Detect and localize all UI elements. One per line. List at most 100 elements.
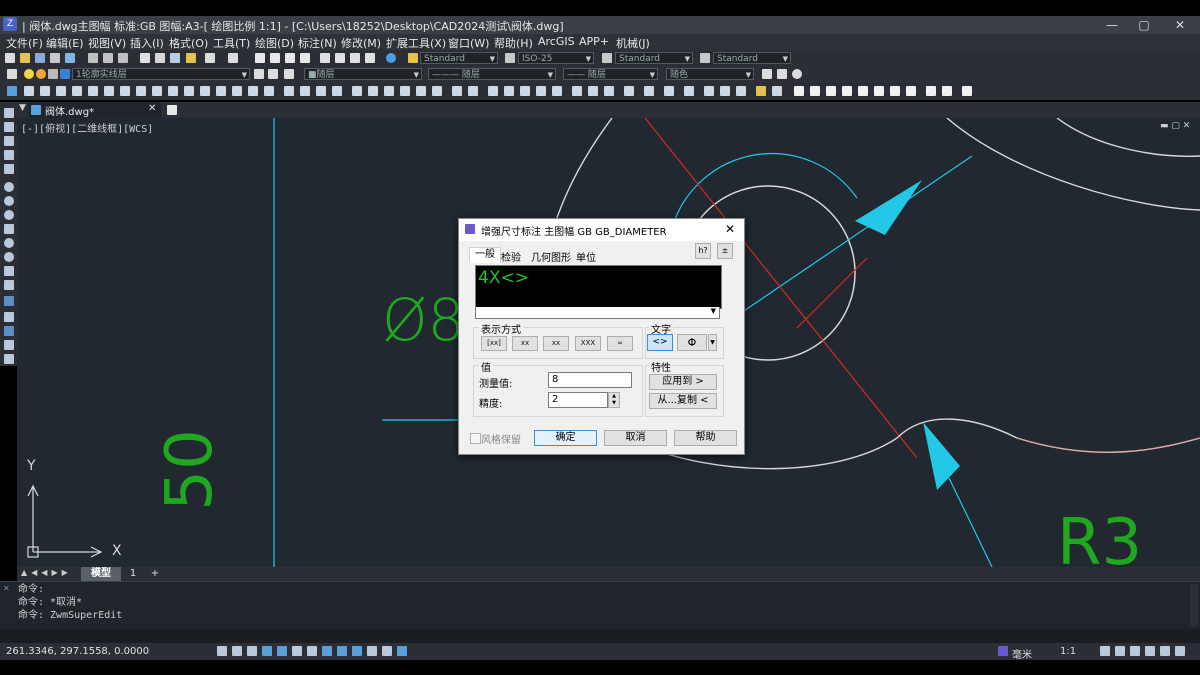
dim-aligned-icon[interactable]: [24, 86, 34, 96]
cut-icon[interactable]: [88, 53, 98, 63]
detail-7-icon[interactable]: [890, 86, 900, 96]
layer-manager-icon[interactable]: [7, 69, 17, 79]
print-icon[interactable]: [50, 53, 60, 63]
format-rounded-button[interactable]: XXX: [575, 336, 601, 351]
mech-symbol-5-icon[interactable]: [416, 86, 426, 96]
polar-icon[interactable]: [262, 646, 272, 656]
mech-symbol-19-icon[interactable]: [664, 86, 674, 96]
match-prop-icon[interactable]: [170, 53, 180, 63]
ortho-icon[interactable]: [247, 646, 257, 656]
mech-symbol-6-icon[interactable]: [432, 86, 442, 96]
detail-3-icon[interactable]: [826, 86, 836, 96]
otrack-icon[interactable]: [292, 646, 302, 656]
linetype-combo[interactable]: ——— 随层 ▼: [428, 68, 556, 80]
tab-add-layout[interactable]: +: [145, 567, 165, 581]
maximize-button[interactable]: ▢: [1124, 16, 1164, 34]
mech-symbol-10-icon[interactable]: [504, 86, 514, 96]
ellipse-icon[interactable]: [4, 238, 14, 248]
dim-linear-icon[interactable]: [7, 86, 17, 96]
jogged-linear-icon[interactable]: [264, 86, 274, 96]
command-input[interactable]: [0, 629, 1200, 643]
table-icon[interactable]: [4, 340, 14, 350]
center-mark-icon[interactable]: [232, 86, 242, 96]
menu-edit[interactable]: 编辑(E): [46, 35, 84, 51]
dim-space-icon[interactable]: [184, 86, 194, 96]
menu-view[interactable]: 视图(V): [88, 35, 126, 51]
close-tab-icon[interactable]: ✕: [148, 103, 156, 114]
pan-icon[interactable]: [255, 53, 265, 63]
mech-symbol-25-icon[interactable]: [772, 86, 782, 96]
detail-6-icon[interactable]: [874, 86, 884, 96]
precision-field[interactable]: 2: [548, 392, 608, 408]
dyn-icon[interactable]: [322, 646, 332, 656]
mech-symbol-16-icon[interactable]: [604, 86, 614, 96]
lineweight-combo[interactable]: —— 随层 ▼: [563, 68, 658, 80]
close-button[interactable]: ✕: [1160, 16, 1200, 34]
insert-symbol-button[interactable]: h?: [695, 243, 711, 259]
mech-symbol-22-icon[interactable]: [720, 86, 730, 96]
mech-symbol-13-icon[interactable]: [552, 86, 562, 96]
mech-symbol-14-icon[interactable]: [572, 86, 582, 96]
mech-symbol-4-icon[interactable]: [400, 86, 410, 96]
plotstyle-combo[interactable]: 随色 ▼: [666, 68, 754, 80]
properties-icon[interactable]: [320, 53, 330, 63]
dim-text-edit-icon[interactable]: [300, 86, 310, 96]
dialog-close-button[interactable]: ✕: [725, 222, 735, 236]
apply-to-button[interactable]: 应用到 >: [649, 374, 717, 390]
rectangle-icon[interactable]: [4, 164, 14, 174]
paste-icon[interactable]: [118, 53, 128, 63]
format-basic-button[interactable]: [xx]: [481, 336, 507, 351]
mtext-icon[interactable]: [4, 354, 14, 364]
dim-angular-icon[interactable]: [120, 86, 130, 96]
dim-jogged-icon[interactable]: [88, 86, 98, 96]
menu-dimension[interactable]: 标注(N): [298, 35, 337, 51]
dialog-tab-geometry[interactable]: 几何图形: [531, 249, 571, 264]
dim-text-50[interactable]: 50: [150, 425, 230, 515]
dialog-tab-inspection[interactable]: 检验: [501, 249, 521, 264]
dimension-text-editor[interactable]: 4X<>: [475, 265, 722, 309]
mech-symbol-11-icon[interactable]: [520, 86, 530, 96]
isolate-icon[interactable]: [1160, 646, 1170, 656]
annotation-monitor-icon[interactable]: [397, 646, 407, 656]
zoom-window-icon[interactable]: [285, 53, 295, 63]
tab-list-icon[interactable]: ▼: [19, 103, 26, 113]
make-block-icon[interactable]: [4, 280, 14, 290]
dim-style-combo[interactable]: ISO-25 ▼: [518, 52, 594, 64]
mech-symbol-21-icon[interactable]: [704, 86, 714, 96]
spline-icon[interactable]: [4, 224, 14, 234]
symbol-dropdown[interactable]: ▼: [708, 334, 717, 351]
preview-icon[interactable]: [65, 53, 75, 63]
text-measured-button[interactable]: <>: [647, 334, 673, 351]
transparency-icon[interactable]: [352, 646, 362, 656]
color-combo[interactable]: ■随层 ▼: [304, 68, 422, 80]
app-status-icon[interactable]: [998, 646, 1008, 656]
insert-block-icon[interactable]: [4, 266, 14, 276]
mech-symbol-7-icon[interactable]: [452, 86, 462, 96]
ok-button[interactable]: 确定: [534, 430, 597, 446]
layer-iso-icon[interactable]: [284, 69, 294, 79]
menu-draw[interactable]: 绘图(D): [255, 35, 294, 51]
format-other-button[interactable]: ∞: [607, 336, 633, 351]
line-icon[interactable]: [4, 108, 14, 118]
detail-9-icon[interactable]: [926, 86, 936, 96]
mech-symbol-12-icon[interactable]: [536, 86, 546, 96]
layer-previous-icon[interactable]: [268, 69, 278, 79]
circle-icon[interactable]: [4, 196, 14, 206]
xline-icon[interactable]: [4, 122, 14, 132]
dialog-tab-general[interactable]: 一般: [469, 247, 501, 263]
lock-icon[interactable]: [1145, 646, 1155, 656]
zoom-realtime-icon[interactable]: [270, 53, 280, 63]
mech-symbol-24-icon[interactable]: [756, 86, 766, 96]
mech-symbol-9-icon[interactable]: [488, 86, 498, 96]
mech-symbol-8-icon[interactable]: [468, 86, 478, 96]
measure-icon[interactable]: [762, 69, 772, 79]
open-icon[interactable]: [20, 53, 30, 63]
cancel-button[interactable]: 取消: [604, 430, 667, 446]
text-style-combo[interactable]: Standard ▼: [420, 52, 498, 64]
mech-symbol-23-icon[interactable]: [736, 86, 746, 96]
dim-diameter-icon[interactable]: [104, 86, 114, 96]
dim-continue-icon[interactable]: [168, 86, 178, 96]
settings-icon[interactable]: [792, 69, 802, 79]
tab-doc[interactable]: 阀体.dwg* ✕: [28, 102, 161, 118]
zoom-previous-icon[interactable]: [300, 53, 310, 63]
